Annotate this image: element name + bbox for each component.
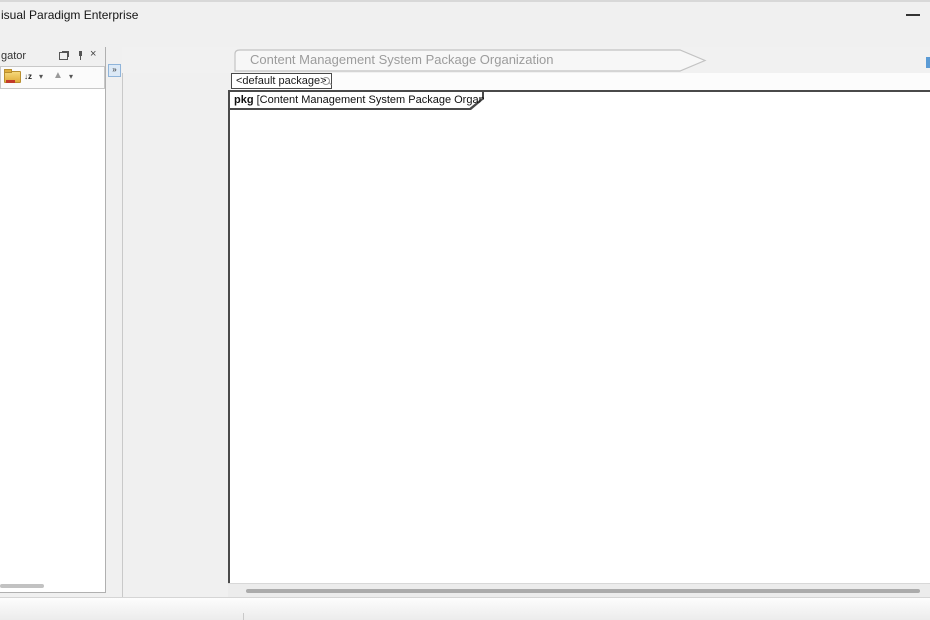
navigator-panel: gator × ↓z ▾ ▲ ▾ — [0, 47, 106, 593]
navigator-horizontal-scrollbar[interactable] — [0, 584, 44, 588]
title-bar: isual Paradigm Enterprise — [0, 0, 930, 28]
diagram-tab-bar: Content Management System Package Organi… — [122, 47, 930, 73]
navigator-title: gator — [1, 50, 26, 62]
scrollbar-thumb[interactable] — [246, 589, 920, 593]
status-bar — [0, 597, 930, 620]
model-folder-icon[interactable] — [4, 71, 21, 83]
navigator-toolbar: ↓z ▾ ▲ ▾ — [0, 66, 105, 89]
tab-scroll-icon[interactable] — [926, 57, 930, 68]
overflow-icon[interactable]: » — [108, 64, 121, 77]
navigator-header: gator × — [0, 47, 105, 66]
frame-title: [Content Management System Package Organ… — [257, 94, 520, 106]
breadcrumb-row: <default package> — [230, 73, 930, 90]
pin-icon[interactable] — [77, 51, 85, 60]
frame-keyword: pkg — [234, 94, 254, 106]
window-title: isual Paradigm Enterprise — [1, 8, 138, 22]
restore-icon[interactable] — [59, 52, 68, 60]
collapse-icon[interactable]: ▲ — [53, 70, 63, 81]
sort-icon[interactable]: ↓z — [24, 68, 32, 82]
panel-strip: » — [106, 47, 122, 597]
minimize-icon[interactable] — [906, 14, 920, 16]
canvas-horizontal-scrollbar[interactable] — [228, 583, 930, 598]
collapse-dropdown-icon[interactable]: ▾ — [69, 72, 73, 81]
close-icon[interactable]: × — [90, 48, 96, 60]
breadcrumb-default-package[interactable]: <default package> — [231, 73, 332, 89]
diagram-list — [0, 87, 105, 620]
diagram-canvas[interactable]: pkg [Content Management System Package O… — [228, 90, 930, 585]
sort-dropdown-icon[interactable]: ▾ — [39, 72, 43, 81]
diagram-palette — [122, 73, 231, 597]
menu-bar — [0, 26, 930, 47]
tab-active-label[interactable]: Content Management System Package Organi… — [250, 52, 554, 67]
frame-label: pkg [Content Management System Package O… — [230, 92, 484, 110]
search-icon[interactable] — [322, 77, 330, 85]
